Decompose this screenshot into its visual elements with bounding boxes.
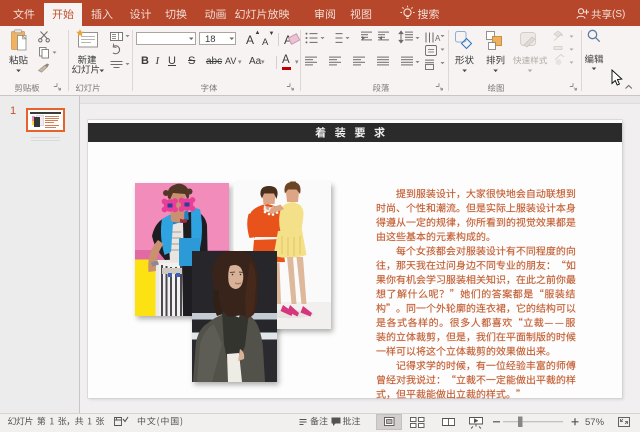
svg-text:A: A — [435, 34, 441, 43]
